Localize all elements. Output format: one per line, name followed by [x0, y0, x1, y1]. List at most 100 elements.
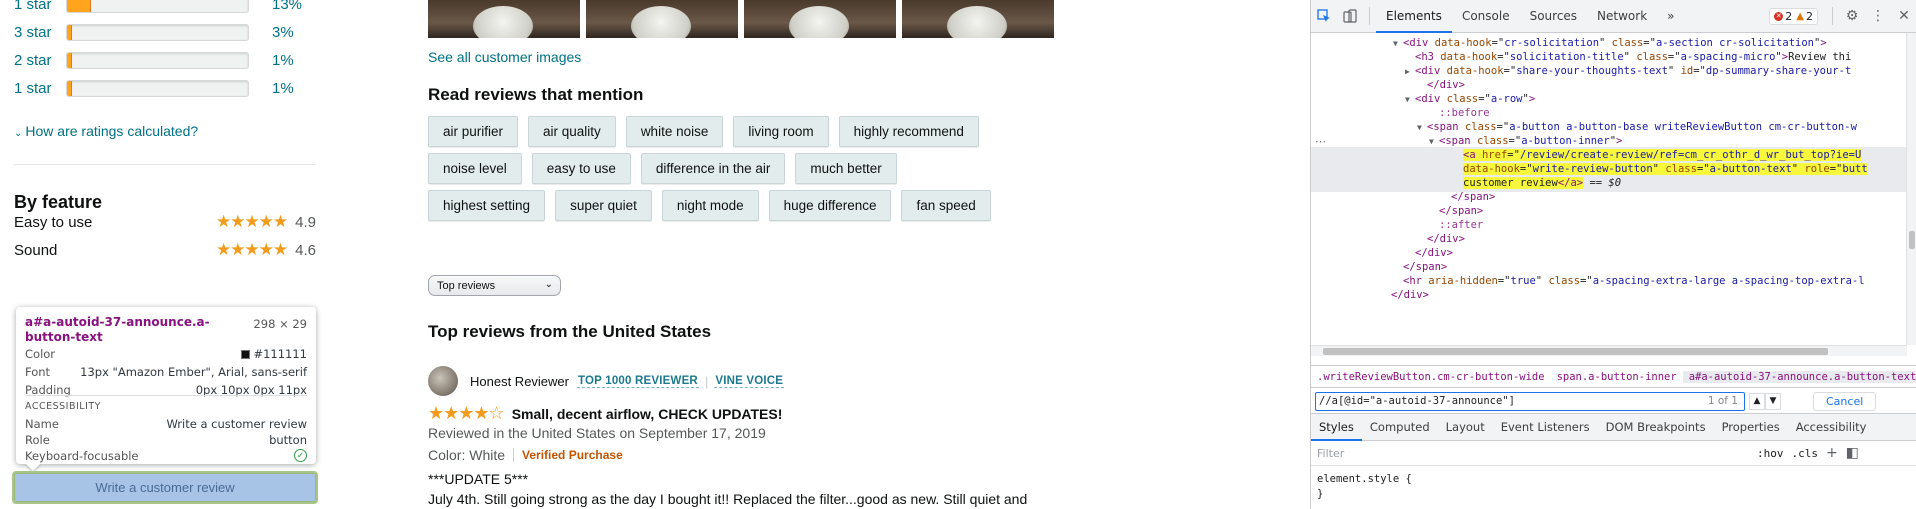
tab-layout[interactable]: Layout [1438, 414, 1493, 441]
histogram-label[interactable]: 2 star [14, 52, 66, 69]
devtools-toolbar: Elements Console Sources Network » ✕ 2 ▲ 2… [1311, 0, 1916, 33]
breadcrumb-item[interactable]: span.a-button-inner [1551, 371, 1683, 383]
mention-chip[interactable]: huge difference [768, 190, 892, 221]
more-options-icon[interactable]: ⋯ [1315, 135, 1326, 148]
scrollbar-thumb[interactable] [1909, 231, 1915, 249]
cancel-button[interactable]: Cancel [1813, 391, 1877, 411]
tab-properties[interactable]: Properties [1714, 414, 1788, 441]
histogram-row[interactable]: 2 star 1% [14, 50, 312, 70]
histogram-fill [67, 0, 91, 12]
customer-image-thumbnail[interactable] [428, 0, 580, 38]
histogram-label[interactable]: 3 star [14, 24, 66, 41]
mention-chip[interactable]: living room [733, 116, 829, 147]
feature-row: Easy to use ★★★★★ 4.9 [14, 212, 316, 232]
customer-image-thumbnail[interactable] [586, 0, 738, 38]
breadcrumb-item[interactable]: .writeReviewButton.cm-cr-button-wide [1311, 371, 1551, 383]
review-body-line: ***UPDATE 5*** [428, 471, 529, 487]
style-rule-selector[interactable]: element.style { [1317, 472, 1916, 487]
histogram-bar[interactable] [66, 0, 249, 13]
tab-event-listeners[interactable]: Event Listeners [1493, 414, 1598, 441]
tab-network[interactable]: Network [1587, 0, 1657, 33]
reviewer-badge[interactable]: TOP 1000 REVIEWER [577, 375, 699, 388]
search-prev-button[interactable]: ▲ [1749, 392, 1765, 410]
histogram-row[interactable]: 1 star 13% [14, 0, 312, 14]
mention-chip[interactable]: highly recommend [838, 116, 979, 147]
mention-chip[interactable]: much better [795, 153, 897, 184]
tooltip-accessibility-heading: ACCESSIBILITY [25, 401, 101, 412]
mention-chip[interactable]: easy to use [531, 153, 631, 184]
toggle-sidebar-icon[interactable]: ◧ [1846, 445, 1859, 461]
histogram-percent[interactable]: 3% [272, 24, 312, 41]
tab-sources[interactable]: Sources [1520, 0, 1587, 33]
divider [25, 395, 307, 396]
mention-chip[interactable]: highest setting [428, 190, 546, 221]
chip-row: highest setting super quiet night mode huge… [428, 190, 991, 221]
mention-chip[interactable]: fan speed [901, 190, 991, 221]
device-toolbar-icon[interactable] [1337, 0, 1363, 33]
tab-elements[interactable]: Elements [1376, 0, 1452, 33]
class-toggle[interactable]: .cls [1792, 447, 1819, 460]
warning-icon: ▲ [1796, 10, 1804, 22]
customer-image-thumbnail[interactable] [744, 0, 896, 38]
mention-chip[interactable]: difference in the air [640, 153, 786, 184]
inspect-element-icon[interactable] [1311, 0, 1337, 33]
tab-accessibility[interactable]: Accessibility [1788, 414, 1875, 441]
divider [14, 164, 316, 165]
histogram-percent[interactable]: 1% [272, 52, 312, 69]
tab-console[interactable]: Console [1452, 0, 1520, 33]
tooltip-arrow [25, 463, 41, 471]
mention-chip[interactable]: white noise [625, 116, 724, 147]
dom-node-line[interactable]: </div> [1311, 287, 1907, 304]
tab-styles[interactable]: Styles [1311, 414, 1362, 441]
histogram-row[interactable]: 1 star 1% [14, 78, 312, 98]
histogram-row[interactable]: 3 star 3% [14, 22, 312, 42]
tab-computed[interactable]: Computed [1362, 414, 1438, 441]
review-headline[interactable]: Small, decent airflow, CHECK UPDATES! [512, 406, 783, 422]
add-rule-icon[interactable]: + [1826, 445, 1838, 461]
stars-icon[interactable]: ★★★★☆ [428, 403, 505, 424]
styles-filter-input[interactable]: Filter [1317, 447, 1757, 460]
avatar[interactable] [428, 366, 458, 396]
mention-chip[interactable]: super quiet [555, 190, 652, 221]
top-reviews-title: Top reviews from the United States [428, 322, 712, 341]
vine-voice-badge[interactable]: VINE VOICE [714, 375, 785, 388]
histogram-percent[interactable]: 1% [272, 80, 312, 97]
more-options-icon[interactable]: ⋮ [1865, 0, 1891, 33]
customer-image-thumbnail[interactable] [902, 0, 1054, 38]
vertical-scrollbar[interactable] [1906, 33, 1916, 345]
close-icon[interactable]: ✕ [1891, 0, 1916, 33]
histogram-label[interactable]: 1 star [14, 0, 66, 13]
devtools-panel: Elements Console Sources Network » ✕ 2 ▲ 2… [1310, 0, 1916, 509]
mention-chip[interactable]: air purifier [428, 116, 519, 147]
histogram-bar[interactable] [66, 23, 249, 41]
histogram-label[interactable]: 1 star [14, 80, 66, 97]
reviewer-name[interactable]: Honest Reviewer [470, 374, 569, 389]
how-ratings-calculated-link[interactable]: ⌄ How are ratings calculated? [14, 123, 198, 139]
chip-row: noise level easy to use difference in the … [428, 153, 897, 184]
mention-chip[interactable]: noise level [428, 153, 522, 184]
histogram-bar[interactable] [66, 51, 249, 69]
search-match-count: 1 of 1 [1707, 395, 1738, 407]
divider [1369, 7, 1370, 25]
horizontal-scrollbar[interactable] [1311, 345, 1907, 356]
tab-dom-breakpoints[interactable]: DOM Breakpoints [1598, 414, 1714, 441]
gear-icon[interactable]: ⚙ [1839, 0, 1865, 33]
more-tabs-icon[interactable]: » [1657, 0, 1684, 33]
dom-tree[interactable]: ▼ <div data-hook="cr-solicitation" class=… [1311, 33, 1907, 345]
see-all-images-link[interactable]: See all customer images [428, 49, 581, 65]
check-icon: ✓ [294, 449, 307, 462]
issues-badge[interactable]: ✕ 2 ▲ 2 [1769, 7, 1818, 25]
write-review-button[interactable]: Write a customer review [12, 471, 318, 504]
histogram-percent[interactable]: 13% [272, 0, 312, 13]
mention-chip[interactable]: air quality [528, 116, 616, 147]
dom-search-input[interactable]: //a[@id="a-autoid-37-announce"] 1 of 1 [1315, 391, 1745, 411]
search-next-button[interactable]: ▼ [1765, 392, 1781, 410]
scrollbar-thumb[interactable] [1323, 348, 1828, 355]
tooltip-role-row: Role button [25, 433, 307, 447]
mention-chip[interactable]: night mode [661, 190, 759, 221]
hover-state-toggle[interactable]: :hov [1757, 447, 1784, 460]
breadcrumb-item[interactable]: a#a-autoid-37-announce.a-button-text [1682, 370, 1916, 383]
histogram-bar[interactable] [66, 79, 249, 97]
sort-select[interactable]: Top reviews ⌄ [428, 275, 561, 296]
feature-name: Easy to use [14, 213, 93, 231]
